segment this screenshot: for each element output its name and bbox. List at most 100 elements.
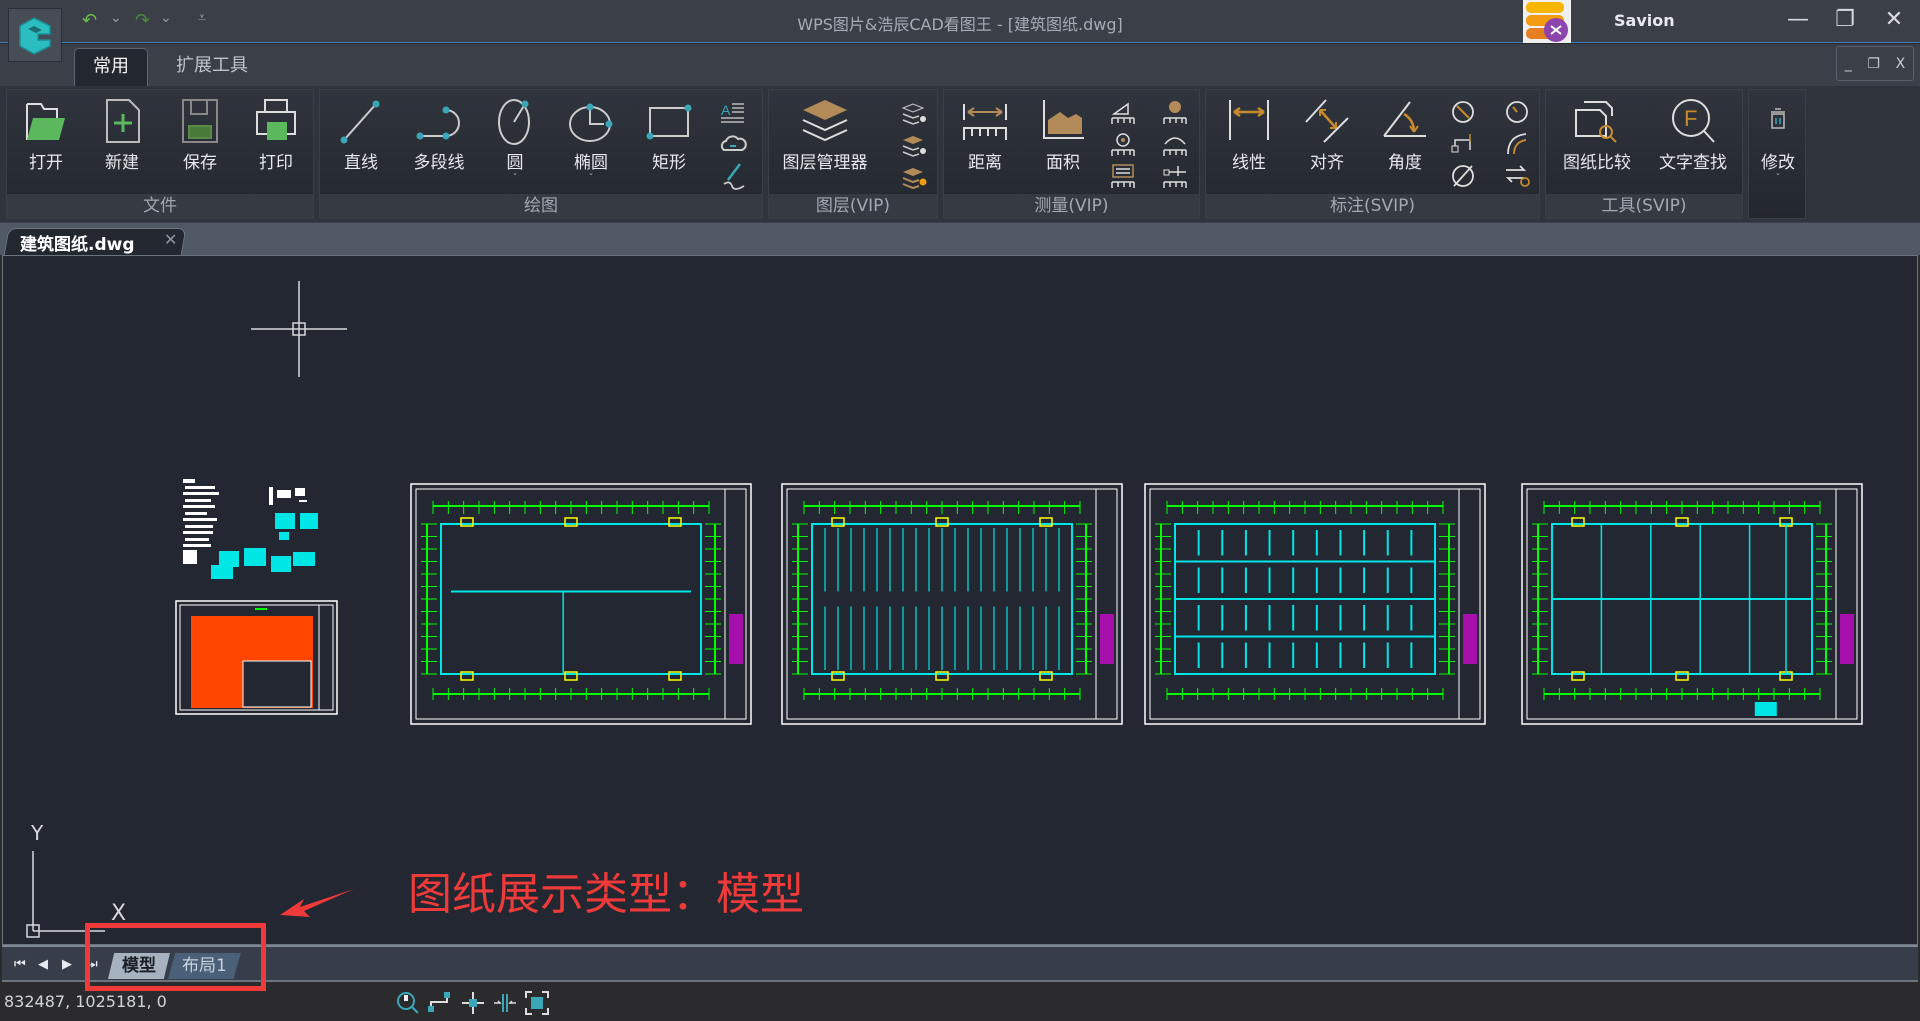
layer-off-icon[interactable] [899,100,929,128]
open-folder-icon [26,103,65,140]
layers-icon [802,100,848,142]
document-tab-close-icon[interactable]: ✕ [164,230,177,249]
svg-text:F: F [1684,106,1697,131]
save-button[interactable]: 保存 [165,96,235,188]
linear-dim-icon [1229,100,1269,140]
modify-dropdown-icon[interactable]: ˇ [1743,173,1813,184]
new-button[interactable]: 新建 [87,96,157,188]
ribbon-tab-row: 常用 扩展工具 _ ❐ X [0,44,1920,86]
mdi-minimize-button[interactable]: _ [1845,56,1852,72]
radius-dim-icon[interactable] [1502,98,1532,126]
group-modify: 修改 ˇ [1748,89,1806,219]
user-avatar[interactable] [1523,0,1571,43]
ribbon: 打开 新建 保存 打印 文件 直线 多段线 圆 ˇ 椭圆 ˇ 矩形 A 绘图 图… [0,86,1920,222]
drawing-canvas[interactable]: Y X [2,255,1918,945]
ellipse-icon [569,103,613,142]
title-block-detail [1463,614,1477,664]
text-search-button[interactable]: F 文字查找 [1648,96,1738,188]
group-label-measure: 测量(VIP) [944,194,1199,218]
group-measure: 距离 面积 测量(VIP) [943,89,1200,219]
polyline-icon [416,106,460,140]
first-layout-button[interactable]: ⏮ [14,957,26,972]
app-logo-icon[interactable] [8,8,62,62]
crosshair-cursor [251,281,347,377]
open-label: 打开 [29,153,63,173]
ordinate-dim-icon[interactable] [1448,130,1478,158]
ellipse-dropdown-icon[interactable]: ˇ [556,173,626,184]
measure-list-icon[interactable] [1108,162,1138,190]
linear-dim-button[interactable]: 线性 [1214,96,1284,188]
polyline-button[interactable]: 多段线 [404,96,474,188]
circle-icon [498,99,530,145]
circle-button[interactable]: 圆 ˇ [480,96,550,188]
group-label-draw: 绘图 [320,194,762,218]
line-button[interactable]: 直线 [326,96,396,188]
next-layout-button[interactable]: ▶ [62,957,72,972]
delete-icon [1771,108,1785,129]
building-outline [440,523,702,675]
measure-angle-icon[interactable] [1108,98,1138,126]
angular-dim-icon [1383,101,1426,137]
title-block [1458,488,1481,720]
restore-button[interactable]: ❐ [1827,4,1863,36]
snap-icon[interactable] [460,990,486,1016]
mdi-window-controls: _ ❐ X [1836,46,1914,81]
ellipse-button[interactable]: 椭圆 ˇ [556,96,626,188]
zoom-mouse-icon[interactable] [394,990,420,1016]
open-button[interactable]: 打开 [11,96,81,188]
modify-button[interactable]: 修改 ˇ [1743,96,1813,188]
mdi-close-button[interactable]: X [1896,56,1906,72]
document-tab-bar: 建筑图纸.dwg ✕ [0,222,1920,256]
dim-settings-icon[interactable] [1502,162,1532,190]
close-button[interactable]: ✕ [1876,4,1912,36]
user-name[interactable]: Savion [1614,11,1675,30]
fit-view-icon[interactable] [524,990,550,1016]
text-icon[interactable]: A [718,98,748,126]
area-button[interactable]: 面积 [1028,96,1098,188]
tab-extension-tools[interactable]: 扩展工具 [158,48,266,86]
minimize-button[interactable]: — [1780,4,1816,36]
diameter-dim-icon[interactable] [1448,98,1478,126]
legend-block [1754,702,1777,716]
sketch-icon[interactable] [718,162,748,190]
group-layer: 图层管理器 图层(VIP) [768,89,938,219]
angular-dim-button[interactable]: 角度 [1370,96,1440,188]
title-bar: ↶ ⌄ ↷ ⌄ ⩡ WPS图片&浩辰CAD看图王 - [建筑图纸.dwg] Sa… [0,0,1920,43]
cloud-icon[interactable] [718,130,748,158]
drawing-sheet [410,483,752,725]
measure-arc-icon[interactable] [1160,130,1190,158]
circle-dropdown-icon[interactable]: ˇ [480,173,550,184]
drawing-compare-button[interactable]: 图纸比较 [1552,96,1642,188]
drawing-compare-label: 图纸比较 [1563,153,1631,173]
text-search-icon: F [1672,99,1715,143]
title-block [724,488,747,720]
tab-common[interactable]: 常用 [74,48,148,86]
ortho-icon[interactable] [426,990,452,1016]
drawing-compare-icon [1575,101,1617,143]
rectangle-button[interactable]: 矩形 [634,96,704,188]
diameter-symbol-icon[interactable] [1448,162,1478,190]
layer-lock-icon[interactable] [899,164,929,192]
circle-label: 圆 [506,153,524,173]
svg-text:A: A [721,102,731,118]
prev-layout-button[interactable]: ◀ [38,957,48,972]
aligned-dim-icon [1305,99,1349,143]
annotation-highlight-box [85,923,266,991]
measure-coord-icon[interactable] [1160,162,1190,190]
printer-icon [256,99,296,140]
new-file-icon [106,99,140,143]
area-label: 面积 [1046,153,1080,173]
print-button[interactable]: 打印 [241,96,311,188]
measure-radius-icon[interactable] [1108,130,1138,158]
layer-isolate-icon[interactable] [899,132,929,160]
distance-icon [963,104,1007,140]
mdi-restore-button[interactable]: ❐ [1867,56,1880,72]
layer-manager-button[interactable]: 图层管理器 [775,96,875,188]
distance-button[interactable]: 距离 [950,96,1020,188]
document-tab-label[interactable]: 建筑图纸.dwg [20,230,135,255]
measure-point-icon[interactable] [1160,98,1190,126]
aligned-dim-button[interactable]: 对齐 [1292,96,1362,188]
pan-icon[interactable] [492,990,518,1016]
arc-dim-icon[interactable] [1502,130,1532,158]
ellipse-label: 椭圆 [574,153,608,173]
